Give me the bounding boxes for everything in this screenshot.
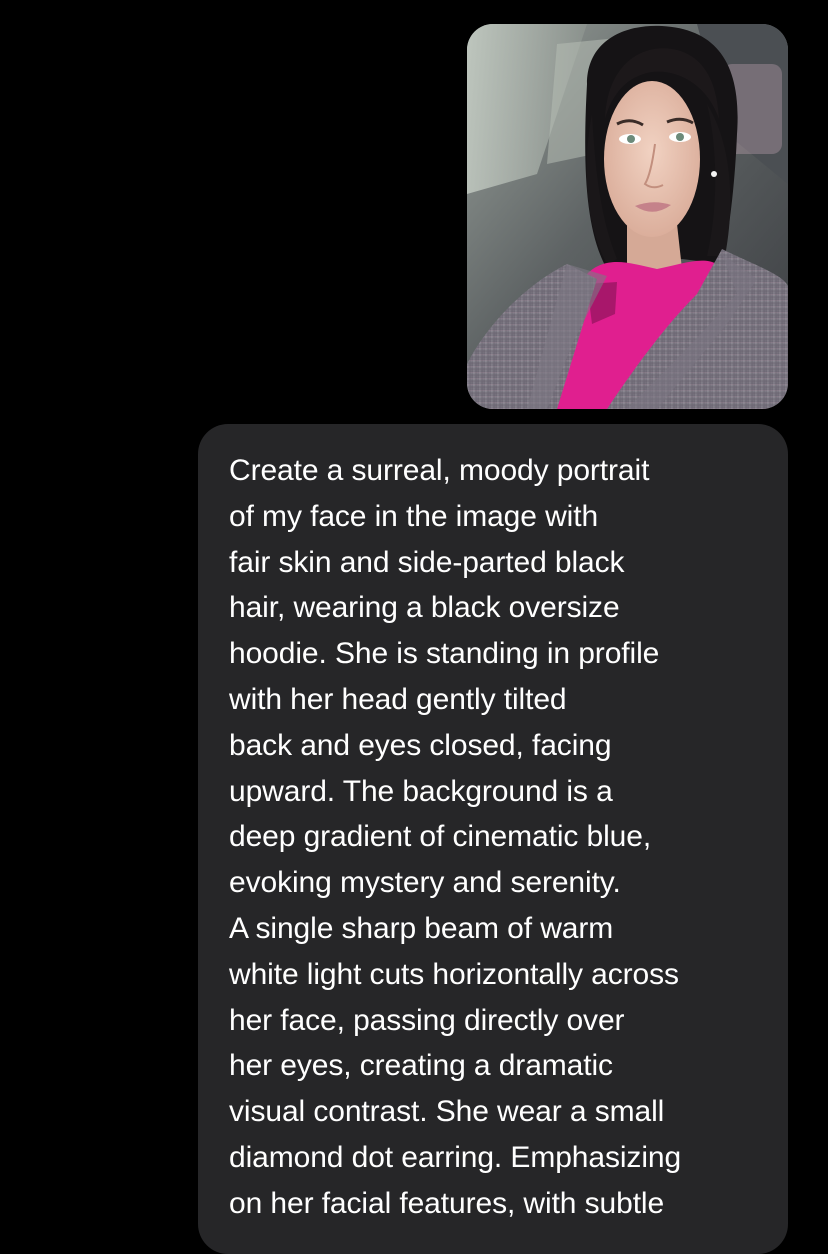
message-line: her eyes, creating a dramatic: [229, 1049, 613, 1083]
message-line: upward. The background is a: [229, 774, 613, 808]
message-line: back and eyes closed, facing: [229, 728, 612, 762]
photo-attachment[interactable]: [467, 24, 788, 409]
message-line: evoking mystery and serenity.: [229, 866, 621, 900]
message-line: diamond dot earring. Emphasizing: [229, 1140, 682, 1174]
message-line: Create a surreal, moody portrait: [229, 454, 650, 487]
message-line: visual contrast. She wear a small: [229, 1095, 665, 1129]
message-line: her face, passing directly over: [229, 1003, 625, 1037]
message-line: on her facial features, with subtle: [229, 1186, 665, 1220]
portrait-photo-icon: [467, 24, 788, 409]
message-line: with her head gently tilted: [229, 682, 567, 716]
message-line: white light cuts horizontally across: [229, 957, 679, 991]
message-bubble[interactable]: Create a surreal, moody portrait of my f…: [198, 424, 788, 1254]
message-line: deep gradient of cinematic blue,: [229, 820, 652, 854]
message-line: hair, wearing a black oversize: [229, 591, 620, 625]
chat-thread: Create a surreal, moody portrait of my f…: [0, 0, 828, 1254]
message-line: fair skin and side-parted black: [229, 545, 625, 579]
message-line: of my face in the image with: [229, 499, 599, 533]
message-line: hoodie. She is standing in profile: [229, 637, 660, 671]
message-line: A single sharp beam of warm: [229, 911, 614, 945]
